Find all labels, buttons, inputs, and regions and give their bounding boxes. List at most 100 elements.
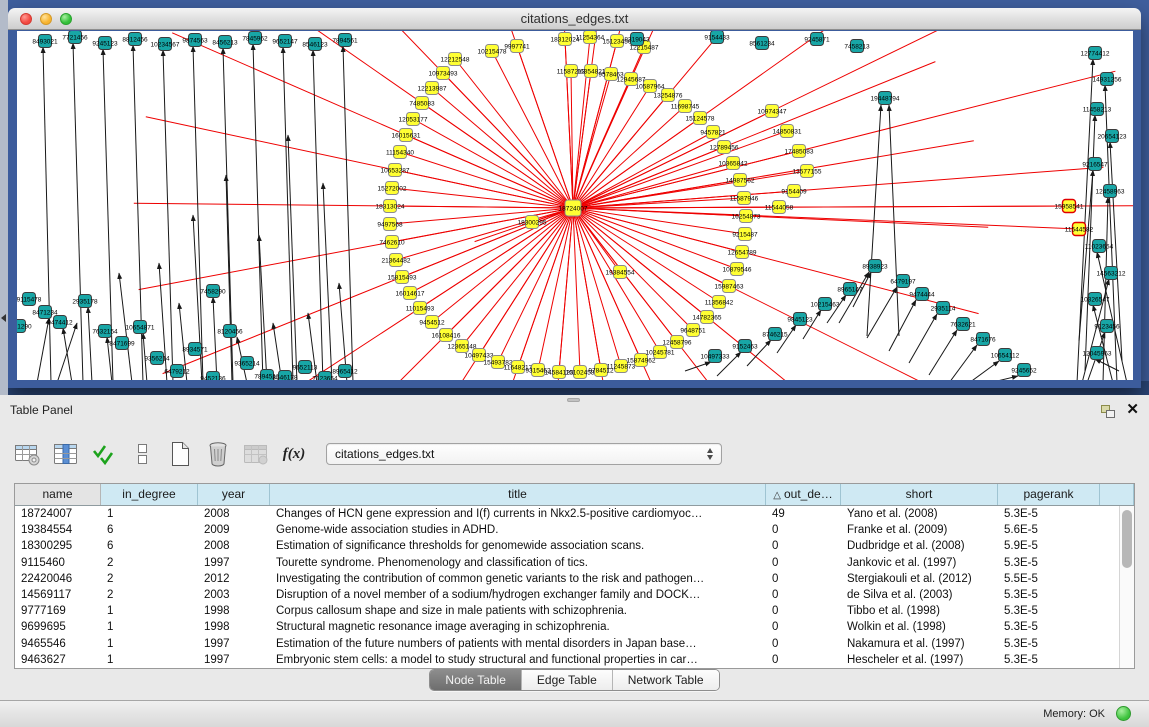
network-edge[interactable] [323, 183, 332, 380]
table-cell-pagerank[interactable]: 5.3E-5 [998, 603, 1100, 619]
table-cell-name[interactable]: 14569117 [15, 587, 101, 603]
select-all-icon[interactable] [88, 438, 120, 470]
network-node[interactable]: 20654123 [1098, 130, 1127, 143]
table-cell-pagerank[interactable]: 5.6E-5 [998, 522, 1100, 538]
network-node[interactable]: 8746215 [762, 328, 788, 341]
network-edge-highlighted[interactable] [479, 208, 573, 355]
network-node[interactable]: 12212548 [441, 53, 470, 66]
table-cell-title[interactable]: Structural magnetic resonance image aver… [270, 619, 766, 635]
table-cell-title[interactable]: Estimation of significance thresholds fo… [270, 538, 766, 554]
network-edge-highlighted[interactable] [573, 208, 1079, 229]
table-cell-name[interactable]: 18300295 [15, 538, 101, 554]
network-node[interactable]: 9115478 [17, 293, 42, 306]
zoom-window-icon[interactable] [60, 13, 72, 25]
close-window-icon[interactable] [20, 13, 32, 25]
network-node[interactable]: 7632154 [92, 325, 118, 338]
network-node[interactable]: 11254364 [576, 31, 605, 44]
table-row[interactable]: 1830029562008Estimation of significance … [15, 538, 1119, 554]
table-cell-in_degree[interactable]: 1 [101, 506, 198, 522]
network-edge[interactable] [213, 297, 217, 380]
network-node[interactable]: 8561290 [17, 320, 32, 333]
table-cell-short[interactable]: Hescheler et al. (1997) [841, 652, 998, 668]
table-cell-title[interactable]: Tourette syndrome. Phenomenology and cla… [270, 555, 766, 571]
network-node[interactable]: 14782365 [693, 311, 722, 324]
scrollbar-thumb[interactable] [1122, 510, 1132, 568]
network-select[interactable]: citations_edges.txt [326, 443, 722, 465]
network-edge[interactable] [929, 330, 957, 375]
network-edge[interactable] [37, 318, 49, 380]
network-node[interactable]: 12458963 [1096, 185, 1125, 198]
window-titlebar[interactable]: citations_edges.txt [8, 8, 1141, 30]
network-edge-highlighted[interactable] [420, 208, 573, 308]
network-node[interactable]: 7632621 [950, 318, 976, 331]
network-node[interactable]: 21364482 [382, 254, 411, 267]
memory-status-icon[interactable] [1116, 706, 1131, 721]
table-cell-pagerank[interactable]: 5.5E-5 [998, 571, 1100, 587]
collapse-panel-icon[interactable] [1, 314, 6, 322]
column-header-out_de[interactable]: △out_de… [766, 484, 841, 505]
table-row[interactable]: 946554611997Estimation of the future num… [15, 636, 1119, 652]
network-node[interactable]: 7894561 [332, 34, 358, 47]
table-cell-out_de[interactable]: 49 [766, 506, 841, 522]
column-header-title[interactable]: title [270, 484, 766, 505]
table-scrollbar[interactable] [1119, 506, 1134, 668]
table-cell-out_de[interactable]: 0 [766, 587, 841, 603]
table-cell-pagerank[interactable]: 5.3E-5 [998, 636, 1100, 652]
network-node[interactable]: 13577155 [793, 165, 822, 178]
network-node[interactable]: 15958541 [1055, 200, 1084, 213]
network-node[interactable]: 10365842 [719, 157, 748, 170]
network-node[interactable]: 9652147 [272, 35, 298, 48]
network-node[interactable]: 9245123 [92, 37, 118, 50]
network-node[interactable]: 10879546 [723, 263, 752, 276]
network-node[interactable]: 10654871 [126, 321, 155, 334]
table-cell-year[interactable]: 1997 [198, 636, 270, 652]
network-node[interactable]: 19384554 [606, 266, 635, 279]
table-cell-pagerank[interactable]: 5.3E-5 [998, 555, 1100, 571]
tab-network-table[interactable]: Network Table [613, 670, 719, 690]
table-cell-out_de[interactable]: 0 [766, 636, 841, 652]
network-node[interactable]: 14987562 [726, 174, 755, 187]
network-node[interactable]: 14931256 [1093, 73, 1122, 86]
network-edge-highlighted[interactable] [462, 208, 573, 346]
network-node[interactable]: 12654789 [728, 246, 757, 259]
network-node[interactable]: 12045963 [1083, 347, 1112, 360]
table-cell-year[interactable]: 2009 [198, 522, 270, 538]
network-node[interactable]: 9215487 [732, 228, 758, 241]
network-node[interactable]: 8812456 [122, 33, 148, 46]
network-node[interactable]: 7845962 [242, 32, 268, 45]
show-columns-icon[interactable] [50, 438, 82, 470]
new-column-icon[interactable] [164, 438, 196, 470]
network-node[interactable]: 12458796 [663, 336, 692, 349]
network-node[interactable]: 9245652 [1011, 364, 1037, 377]
network-edge[interactable] [949, 345, 977, 380]
table-cell-year[interactable]: 2008 [198, 538, 270, 554]
table-cell-pagerank[interactable]: 5.9E-5 [998, 538, 1100, 554]
network-node[interactable]: 13254876 [654, 89, 683, 102]
network-node[interactable]: 10215463 [811, 298, 840, 311]
network-node[interactable]: 12213987 [418, 82, 447, 95]
delete-column-icon[interactable] [202, 438, 234, 470]
panel-drag-handle[interactable] [567, 398, 580, 402]
network-node[interactable]: 10654112 [991, 349, 1020, 362]
network-node[interactable]: 15124578 [686, 112, 715, 125]
table-cell-pagerank[interactable]: 5.3E-5 [998, 619, 1100, 635]
table-cell-short[interactable]: Nakamura et al. (1997) [841, 636, 998, 652]
table-cell-year[interactable]: 1998 [198, 619, 270, 635]
table-cell-short[interactable]: Tibbo et al. (1998) [841, 603, 998, 619]
table-cell-title[interactable]: Estimation of the future numbers of pati… [270, 636, 766, 652]
table-cell-short[interactable]: Wolkin et al. (1998) [841, 619, 998, 635]
table-cell-name[interactable]: 9699695 [15, 619, 101, 635]
network-node[interactable]: 17485083 [785, 145, 814, 158]
network-node[interactable]: 9874563 [182, 34, 208, 47]
table-cell-out_de[interactable]: 0 [766, 571, 841, 587]
network-node[interactable]: 12053177 [399, 113, 428, 126]
network-edge[interactable] [163, 50, 173, 380]
table-cell-title[interactable]: Disruption of a novel member of a sodium… [270, 587, 766, 603]
network-node[interactable]: 12774412 [1081, 47, 1110, 60]
network-node[interactable]: 10497333 [701, 350, 730, 363]
network-edge-highlighted[interactable] [406, 135, 573, 208]
network-edge-highlighted[interactable] [455, 59, 573, 208]
table-cell-in_degree[interactable]: 2 [101, 555, 198, 571]
network-node[interactable]: 16014617 [396, 287, 425, 300]
network-node[interactable]: 11544058 [765, 201, 794, 214]
